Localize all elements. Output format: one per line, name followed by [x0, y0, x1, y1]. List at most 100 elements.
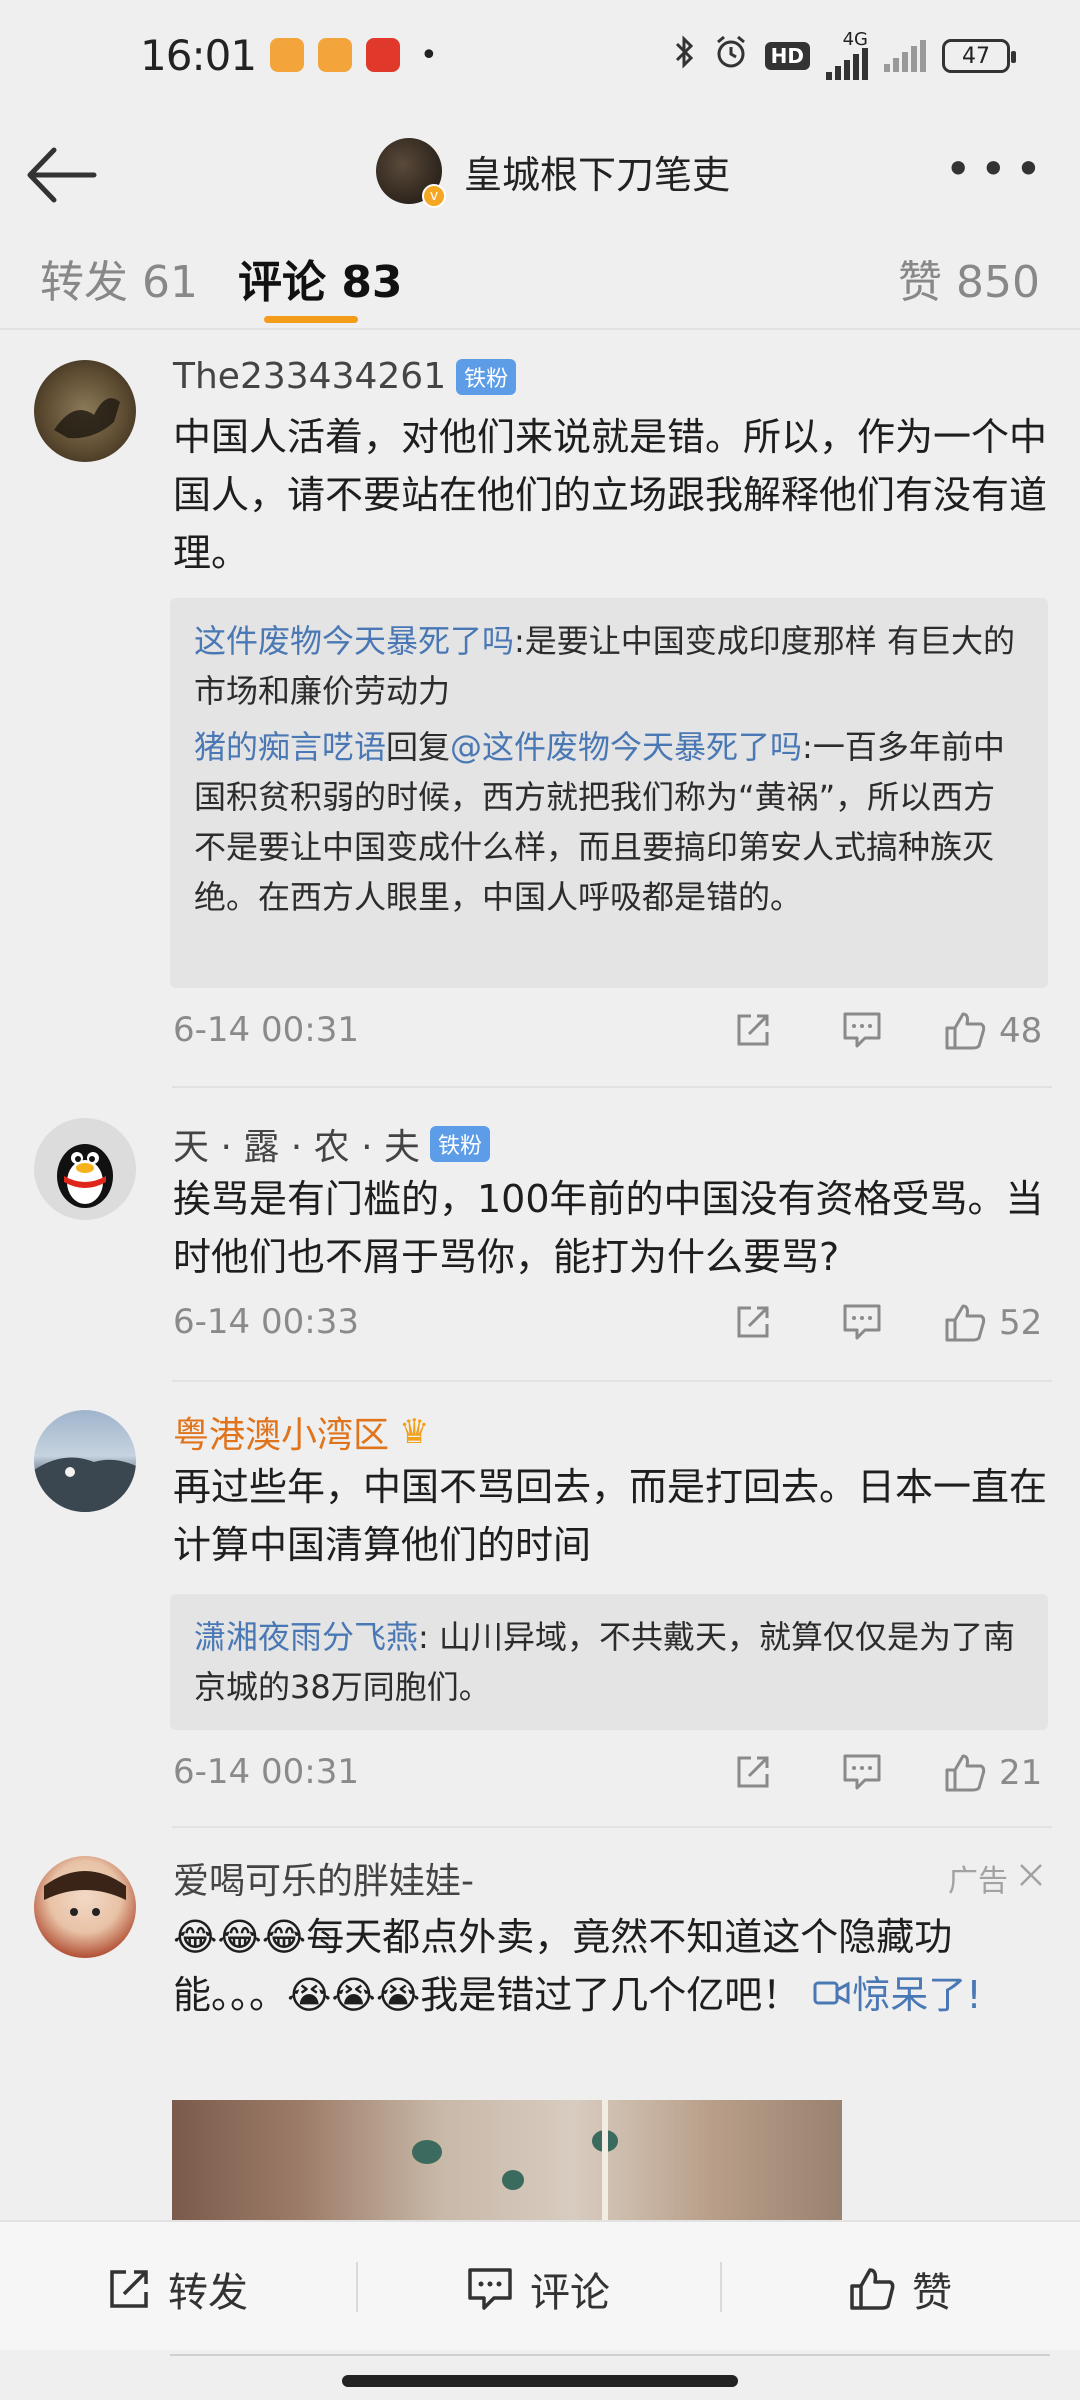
bottom-divider — [170, 2354, 1050, 2356]
thumbs-up-icon — [850, 2268, 895, 2310]
comment-label: 评论 — [530, 2270, 610, 2316]
repost-button[interactable]: 转发 — [106, 2260, 248, 2318]
tab-repost[interactable]: 转发 61 — [40, 246, 198, 310]
share-button[interactable] — [733, 1302, 773, 1342]
author-name[interactable]: 皇城根下刀笔吏 — [464, 144, 730, 199]
bar-separator — [356, 2262, 358, 2312]
commenter-name-row: The233434261 铁粉 — [173, 356, 517, 397]
comment-text: 挨骂是有门槛的，100年前的中国没有资格受骂。当时他们也不屑于骂你，能打为什么要… — [173, 1177, 1044, 1279]
back-arrow-icon — [27, 147, 97, 203]
status-time: 16:01 — [140, 30, 257, 80]
close-ad-button[interactable] — [1018, 1861, 1044, 1896]
quote-user-link[interactable]: 潇湘夜雨分飞燕 — [194, 1618, 418, 1656]
bar-separator — [720, 2262, 722, 2312]
more-options-button[interactable]: ••• — [945, 146, 1050, 192]
like-button[interactable]: 21 — [943, 1752, 1042, 1794]
quote-line: 猪的痴言呓语回复@这件废物今天暴死了吗:一百多年前中国积贫积弱的时候，西方就把我… — [194, 722, 1024, 922]
quote-reply-word: 回复 — [386, 728, 451, 766]
comment-button[interactable]: 评论 — [466, 2260, 610, 2318]
emoji-cry: 😭😭😭 — [287, 1973, 421, 2017]
like-label: 赞 — [912, 2270, 952, 2316]
cell-signal-icon: 4G — [826, 29, 868, 80]
tab-comment[interactable]: 评论 83 — [238, 246, 403, 310]
back-button[interactable] — [24, 140, 100, 210]
quote-line: 这件废物今天暴死了吗:是要让中国变成印度那样 有巨大的市场和廉价劳动力 — [194, 616, 1024, 716]
like-button[interactable]: 48 — [943, 1010, 1042, 1052]
bottom-action-bar: 转发 评论 赞 — [0, 2220, 1080, 2350]
commenter-name[interactable]: 天 · 露 · 农 · 夫 — [173, 1118, 420, 1170]
top-nav-bar: v 皇城根下刀笔吏 ••• — [0, 110, 1080, 240]
ad-link-text-a[interactable]: 惊呆 — [852, 1973, 928, 2017]
ad-text: 😂😂😂每天都点外卖，竟然不知道这个隐藏功能。。。😭😭😭我是错过了几个亿吧！ 惊呆… — [173, 1908, 1053, 2024]
share-icon — [737, 1756, 769, 1788]
reply-button[interactable] — [841, 1752, 883, 1792]
commenter-name[interactable]: The233434261 — [173, 356, 446, 397]
share-icon — [737, 1014, 769, 1046]
reply-button[interactable] — [841, 1302, 883, 1342]
commenter-avatar[interactable] — [34, 1118, 136, 1220]
comment-icon — [468, 2268, 512, 2310]
quote-user-link[interactable]: 猪的痴言呓语 — [194, 728, 386, 766]
ad-label: 广告 — [948, 1864, 1008, 1899]
tab-bar: 转发 61 评论 83 赞 850 — [0, 236, 1080, 330]
quote-sep: : — [418, 1618, 429, 1656]
author-avatar[interactable]: v — [376, 138, 446, 208]
ad-text-b: 我是错过了几个亿吧！ — [420, 1973, 801, 2017]
quote-line: 潇湘夜雨分飞燕: 山川异域，不共戴天，就算仅仅是为了南京城的38万同胞们。 — [194, 1612, 1024, 1712]
ad-video-link[interactable]: 惊呆了! — [812, 1973, 982, 2017]
ad-avatar[interactable] — [34, 1856, 136, 1958]
like-post-button[interactable]: 赞 — [848, 2260, 952, 2318]
comment-time: 6-14 00:33 — [173, 1302, 359, 1342]
active-tab-indicator — [264, 316, 358, 323]
status-bar: 16:01 • HD 4G 47 — [0, 0, 1080, 110]
comment-text: 中国人活着，对他们来说就是错。所以，作为一个中国人，请不要站在他们的立场跟我解释… — [173, 415, 1048, 575]
author-info[interactable]: v 皇城根下刀笔吏 — [376, 138, 730, 208]
ad-link-text-b[interactable]: 了! — [928, 1973, 981, 2017]
ad-label-row: 广告 — [948, 1856, 1044, 1900]
commenter-name[interactable]: 粤港澳小湾区 — [173, 1406, 389, 1458]
app-notification-icon — [318, 38, 353, 72]
reply-button[interactable] — [841, 1010, 883, 1050]
share-button[interactable] — [733, 1752, 773, 1792]
tab-like[interactable]: 赞 850 — [898, 246, 1040, 310]
qq-penguin-icon — [57, 1144, 113, 1208]
ad-name-row: 爱喝可乐的胖娃娃- — [173, 1852, 474, 1904]
quote-target-link[interactable]: @这件废物今天暴死了吗 — [450, 728, 802, 766]
battery-icon: 47 — [942, 39, 1016, 73]
ad-author-name[interactable]: 爱喝可乐的胖娃娃- — [173, 1852, 474, 1904]
quote-user-link[interactable]: 这件废物今天暴死了吗 — [194, 622, 514, 660]
commenter-avatar[interactable] — [34, 1410, 136, 1512]
ad-image[interactable] — [172, 2100, 842, 2220]
comment-icon — [843, 1754, 881, 1790]
share-button[interactable] — [733, 1010, 773, 1050]
like-count: 48 — [999, 1011, 1043, 1051]
bluetooth-icon — [673, 34, 697, 78]
close-icon — [1020, 1863, 1042, 1886]
thumbs-up-icon — [945, 1304, 986, 1342]
notification-icons — [270, 38, 401, 72]
home-indicator[interactable] — [342, 2375, 738, 2387]
like-count: 52 — [999, 1303, 1043, 1343]
like-button[interactable]: 52 — [943, 1302, 1042, 1344]
battery-level: 47 — [962, 43, 990, 69]
hd-icon: HD — [764, 42, 810, 70]
comment-icon — [843, 1304, 881, 1340]
reply-quote-box[interactable]: 这件废物今天暴死了吗:是要让中国变成印度那样 有巨大的市场和廉价劳动力 猪的痴言… — [170, 598, 1048, 988]
commenter-name-row: 天 · 露 · 农 · 夫 铁粉 — [173, 1118, 491, 1170]
network-type: 4G — [842, 29, 868, 50]
reply-quote-box[interactable]: 潇湘夜雨分飞燕: 山川异域，不共戴天，就算仅仅是为了南京城的38万同胞们。 — [170, 1594, 1048, 1730]
fan-badge: 铁粉 — [430, 1126, 491, 1162]
thumbs-up-icon — [945, 1012, 986, 1050]
share-icon — [110, 2270, 148, 2308]
video-icon — [813, 1981, 850, 2005]
comment-meta: 6-14 00:31 21 — [173, 1752, 1053, 1802]
verified-badge-icon: v — [422, 184, 446, 208]
alarm-icon — [713, 34, 749, 78]
commenter-avatar[interactable] — [34, 360, 136, 462]
app-notification-icon — [366, 38, 401, 72]
commenter-name-row: 粤港澳小湾区 ♛ — [173, 1406, 430, 1458]
vip-crown-icon: ♛ — [399, 1412, 430, 1452]
comment-time: 6-14 00:31 — [173, 1010, 359, 1050]
thumbs-up-icon — [945, 1754, 986, 1792]
cell-signal-2-icon — [884, 40, 926, 72]
